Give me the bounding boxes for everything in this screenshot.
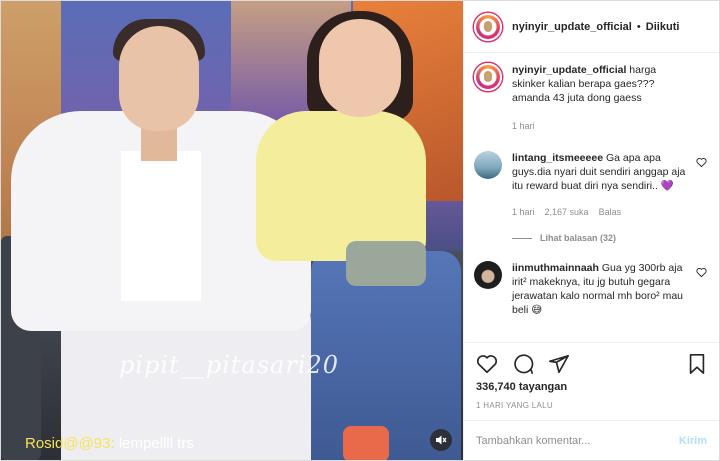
caption-username[interactable]: nyinyir_update_official [512, 64, 626, 76]
woman-sweater [256, 111, 426, 261]
comment-input[interactable] [476, 434, 679, 447]
comment-username[interactable]: iinmuthmainnaah [512, 262, 599, 274]
account-avatar[interactable] [474, 12, 502, 41]
caption-time[interactable]: 1 hari [512, 119, 535, 133]
header-separator: • [636, 20, 641, 33]
woman-shoe [343, 426, 389, 460]
comment-likes[interactable]: 2,167 suka [545, 205, 589, 219]
commenter-avatar[interactable] [474, 151, 502, 179]
post-side-panel: nyinyir_update_official • Diikuti nyinyi… [463, 1, 719, 460]
action-icons-left [476, 353, 570, 375]
video-watermark: pipit__pitasari20 [119, 351, 340, 379]
post-comment-button[interactable]: Kirim [679, 435, 707, 447]
overlay-caption-text: lempellll trs [118, 435, 194, 452]
comments-list[interactable]: nyinyir_update_official harga skinker ka… [464, 53, 719, 342]
instagram-post: pipit__pitasari20 Rosid@@93: lempellll t… [0, 0, 720, 461]
overlay-caption-user: Rosid@@93: [25, 435, 115, 452]
action-bar: 336,740 tayangan 1 HARI YANG LALU [464, 342, 719, 420]
caption-meta: 1 hari [512, 119, 692, 133]
comment-meta: 1 hari 2,167 suka Balas [512, 205, 687, 219]
caption-line2: amanda 43 juta dong gaess [512, 92, 642, 104]
post-header: nyinyir_update_official • Diikuti [464, 1, 719, 53]
sound-toggle-button[interactable] [430, 429, 452, 451]
view-replies-button[interactable]: Lihat balasan (32) [512, 233, 707, 243]
bookmark-icon[interactable] [687, 353, 707, 375]
action-icons [476, 351, 707, 377]
post-video[interactable]: pipit__pitasari20 Rosid@@93: lempellll t… [1, 1, 463, 460]
caption-avatar[interactable] [474, 63, 502, 91]
comment-item: lintang_itsmeeeee Ga apa apa guys.dia ny… [474, 151, 707, 219]
woman-face [319, 19, 401, 117]
like-comment-heart-icon[interactable] [696, 267, 707, 278]
comment-body: iinmuthmainnaah Gua yg 300rb aja irit² m… [512, 261, 687, 317]
heart-icon[interactable] [476, 353, 498, 375]
reply-button[interactable]: Balas [599, 205, 622, 219]
header-text: nyinyir_update_official • Diikuti [512, 21, 679, 33]
view-count[interactable]: 336,740 tayangan [476, 381, 707, 393]
replies-divider [512, 237, 532, 239]
comment-username[interactable]: lintang_itsmeeeee [512, 152, 603, 164]
grinning-sweat-emoji: 😅 [531, 304, 543, 316]
comment-body: lintang_itsmeeeee Ga apa apa guys.dia ny… [512, 151, 687, 219]
add-comment-bar: Kirim [464, 420, 719, 460]
video-caption-overlay: Rosid@@93: lempellll trs [25, 435, 194, 452]
follow-status-button[interactable]: Diikuti [646, 21, 680, 33]
commenter-avatar[interactable] [474, 261, 502, 289]
comment-icon[interactable] [512, 353, 534, 375]
header-username[interactable]: nyinyir_update_official [512, 21, 632, 33]
man-shirt [121, 151, 201, 301]
like-comment-heart-icon[interactable] [696, 157, 707, 168]
comment-time[interactable]: 1 hari [512, 205, 535, 219]
caption: nyinyir_update_official harga skinker ka… [474, 63, 707, 133]
woman-bag [346, 241, 426, 286]
speaker-muted-icon [436, 435, 447, 445]
man-face [119, 26, 199, 131]
comment-item: iinmuthmainnaah Gua yg 300rb aja irit² m… [474, 261, 707, 317]
post-date[interactable]: 1 HARI YANG LALU [476, 401, 707, 410]
share-icon[interactable] [548, 353, 570, 375]
view-replies-label[interactable]: Lihat balasan (32) [540, 233, 616, 243]
caption-body: nyinyir_update_official harga skinker ka… [512, 63, 692, 133]
purple-heart-emoji: 💜 [660, 180, 674, 192]
